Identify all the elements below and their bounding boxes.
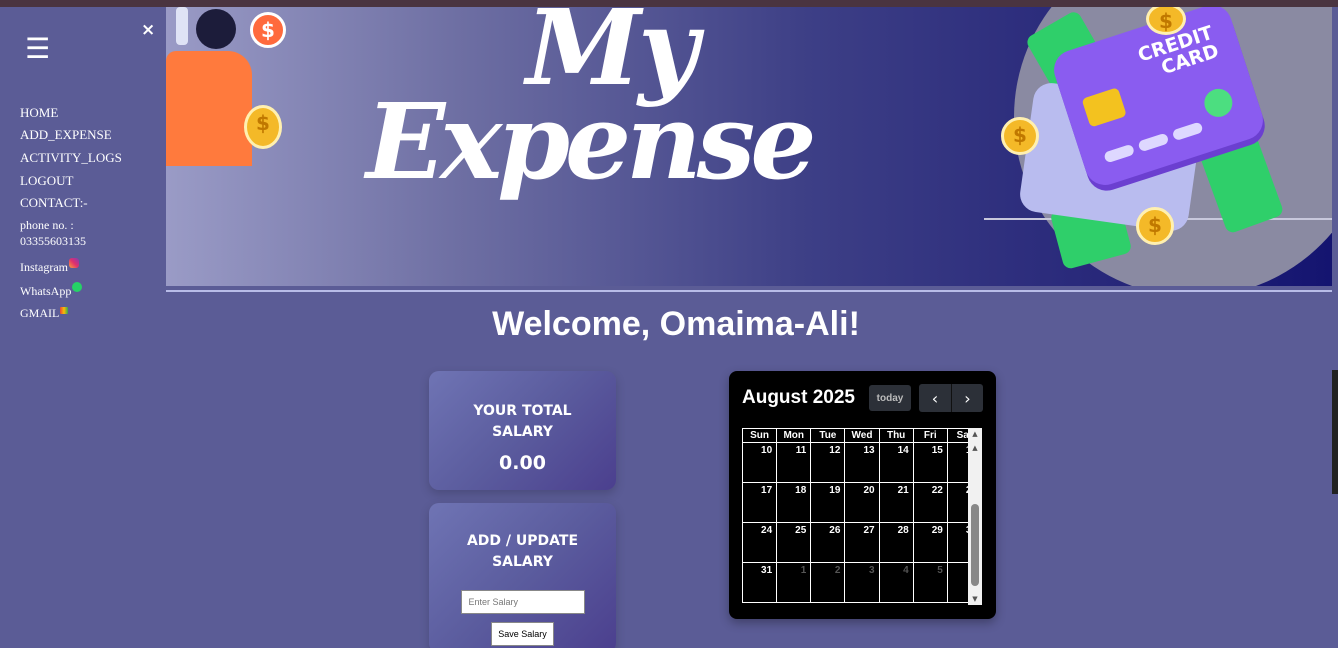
- card-bar: [1171, 121, 1204, 142]
- calendar-day-cell[interactable]: 11: [776, 442, 812, 483]
- browser-top-strip: [0, 0, 1338, 7]
- calendar-week-row: 31 1 2 3 4 5 6: [742, 562, 968, 603]
- header-banner: $ $ CREDIT CARD $ $ $ My Expense: [166, 7, 1332, 286]
- calendar-title: August 2025: [742, 387, 855, 408]
- scroll-up-icon[interactable]: ▲: [968, 442, 982, 454]
- side-edge-widget[interactable]: [1332, 370, 1338, 494]
- calendar-day-cell-other-month[interactable]: 1: [776, 562, 812, 603]
- whatsapp-icon: [72, 282, 83, 292]
- chevron-right-icon: ›: [964, 388, 971, 408]
- calendar-day-cell[interactable]: 17: [742, 482, 778, 523]
- total-salary-value: 0.00: [499, 452, 546, 474]
- sidebar: × ☰ HOME ADD_EXPENSE ACTIVITY_LOGS LOGOU…: [0, 7, 166, 648]
- calendar-day-cell-other-month[interactable]: 6: [946, 562, 968, 603]
- gold-coin-icon: $: [244, 105, 282, 149]
- scroll-down-icon[interactable]: ▼: [968, 593, 982, 605]
- calendar-week-row: 24 25 26 27 28 29 30: [742, 522, 968, 563]
- scrollbar-thumb[interactable]: [971, 504, 979, 586]
- gold-coin-icon: $: [1001, 117, 1039, 155]
- gmail-link[interactable]: GMAIL: [20, 306, 69, 321]
- calendar-day-cell[interactable]: 30: [946, 522, 968, 563]
- calendar-day-cell[interactable]: 16: [946, 442, 968, 483]
- sidebar-item-add-expense[interactable]: ADD_EXPENSE: [20, 127, 112, 143]
- illustration-person-head: [196, 9, 236, 49]
- calendar-weekday-row: Sun Mon Tue Wed Thu Fri Sat: [742, 428, 968, 443]
- hamburger-menu-icon[interactable]: ☰: [25, 35, 50, 63]
- salary-input[interactable]: [460, 590, 585, 614]
- instagram-icon: [68, 258, 79, 268]
- calendar-day-cell[interactable]: 25: [776, 522, 812, 563]
- card-bar: [1103, 143, 1136, 164]
- calendar-grid: Sun Mon Tue Wed Thu Fri Sat 10 11 12 13 …: [742, 428, 968, 605]
- calendar-day-cell-other-month[interactable]: 5: [912, 562, 948, 603]
- card-chip-icon: [1081, 87, 1127, 128]
- calendar-day-cell[interactable]: 21: [878, 482, 914, 523]
- welcome-heading: Welcome, Omaima-Ali!: [492, 305, 860, 343]
- calendar-next-button[interactable]: ›: [951, 384, 983, 412]
- illustration-person: [166, 51, 252, 166]
- card-dot-icon: [1200, 85, 1237, 121]
- card-bar: [1137, 132, 1170, 153]
- calendar-widget: August 2025 today ‹ › Sun Mon Tue Wed Th…: [729, 371, 996, 619]
- credit-card-text: CREDIT CARD: [1135, 21, 1222, 80]
- calendar-day-cell-other-month[interactable]: 2: [810, 562, 846, 603]
- calendar-day-cell[interactable]: 28: [878, 522, 914, 563]
- sidebar-item-activity-logs[interactable]: ACTIVITY_LOGS: [20, 150, 122, 166]
- chevron-left-icon: ‹: [931, 388, 939, 408]
- calendar-week-row: 10 11 12 13 14 15 16: [742, 442, 968, 483]
- sidebar-item-logout[interactable]: LOGOUT: [20, 173, 73, 189]
- phone-label: phone no. :: [20, 218, 74, 232]
- calendar-day-cell[interactable]: 27: [844, 522, 880, 563]
- calendar-day-cell[interactable]: 26: [810, 522, 846, 563]
- weekday-header: Sat: [946, 428, 968, 443]
- update-salary-title: ADD / UPDATE SALARY: [466, 533, 579, 570]
- calendar-today-button[interactable]: today: [869, 385, 911, 411]
- calendar-day-cell[interactable]: 20: [844, 482, 880, 523]
- weekday-header: Tue: [810, 428, 846, 443]
- illustration-hand: [176, 7, 188, 45]
- save-salary-button[interactable]: Save Salary: [491, 622, 554, 646]
- instagram-link[interactable]: Instagram: [20, 258, 79, 275]
- contact-heading: CONTACT:-: [20, 195, 88, 210]
- calendar-day-cell[interactable]: 22: [912, 482, 948, 523]
- calendar-day-cell[interactable]: 15: [912, 442, 948, 483]
- weekday-header: Mon: [776, 428, 812, 443]
- calendar-day-cell-other-month[interactable]: 4: [878, 562, 914, 603]
- calendar-day-cell[interactable]: 18: [776, 482, 812, 523]
- dollar-coin-icon: $: [250, 12, 286, 48]
- banner-bottom-line: [166, 290, 1332, 292]
- calendar-week-row: 17 18 19 20 21 22 23: [742, 482, 968, 523]
- calendar-day-cell[interactable]: 31: [742, 562, 778, 603]
- weekday-header: Wed: [844, 428, 880, 443]
- weekday-header: Thu: [878, 428, 914, 443]
- calendar-scrollbar[interactable]: ▲ ▲ ▼: [968, 428, 982, 605]
- whatsapp-link[interactable]: WhatsApp: [20, 282, 83, 299]
- total-salary-title: YOUR TOTAL SALARY: [473, 403, 572, 440]
- calendar-prev-button[interactable]: ‹: [919, 384, 951, 412]
- update-salary-card: ADD / UPDATE SALARY Save Salary: [429, 503, 616, 648]
- phone-number: 03355603135: [20, 234, 86, 248]
- sidebar-item-home[interactable]: HOME: [20, 105, 58, 121]
- banner-logo-title: My Expense: [366, 7, 816, 203]
- calendar-day-cell[interactable]: 14: [878, 442, 914, 483]
- gmail-icon: [60, 307, 69, 314]
- scroll-up-icon[interactable]: ▲: [968, 428, 982, 440]
- calendar-day-cell[interactable]: 10: [742, 442, 778, 483]
- weekday-header: Fri: [912, 428, 948, 443]
- total-salary-card: YOUR TOTAL SALARY 0.00: [429, 371, 616, 490]
- calendar-day-cell[interactable]: 12: [810, 442, 846, 483]
- calendar-day-cell-other-month[interactable]: 3: [844, 562, 880, 603]
- gold-coin-icon: $: [1136, 207, 1174, 245]
- calendar-day-cell[interactable]: 24: [742, 522, 778, 563]
- calendar-day-cell[interactable]: 29: [912, 522, 948, 563]
- calendar-day-cell[interactable]: 19: [810, 482, 846, 523]
- calendar-day-cell[interactable]: 13: [844, 442, 880, 483]
- calendar-day-cell[interactable]: 23: [946, 482, 968, 523]
- close-sidebar-button[interactable]: ×: [141, 20, 155, 40]
- weekday-header: Sun: [742, 428, 778, 443]
